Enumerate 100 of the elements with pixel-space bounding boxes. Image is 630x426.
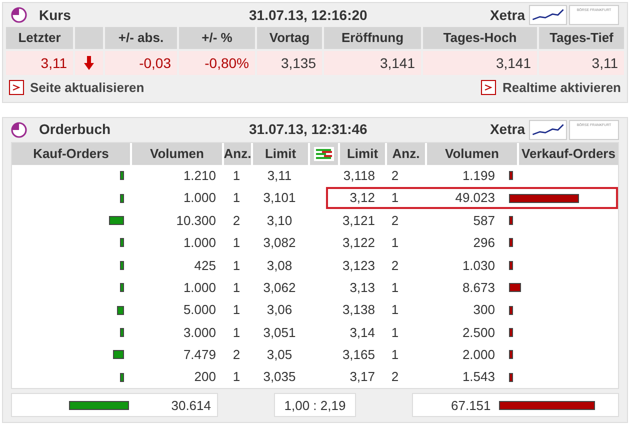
table-cell-text: 1: [232, 301, 242, 320]
table-cell-text: 1: [232, 234, 242, 252]
table-cell: -0,03: [105, 51, 177, 75]
table-cell-text: 1.030: [461, 256, 496, 275]
table-cell-text: 3,06: [266, 301, 294, 320]
orderbook-icon: [314, 146, 334, 160]
volume-bar: [509, 306, 513, 315]
table-cell-text: 1: [390, 189, 400, 208]
timestamp: 31.07.13, 12:16:20: [249, 6, 368, 24]
pie-chart-icon: [11, 7, 27, 23]
column-header: Anz.: [387, 142, 425, 164]
table-cell-text: 1: [232, 189, 242, 208]
volume-bar: [120, 260, 124, 270]
volume-bar: [112, 350, 124, 360]
table-cell-text: 2.000: [461, 346, 496, 364]
table-cell-text: 3,123: [341, 256, 375, 275]
chevron-icon: [9, 80, 24, 96]
table-cell-text: 3,101: [262, 189, 297, 208]
action-link[interactable]: Seite aktualisieren: [9, 78, 144, 98]
table-cell-text: 3,062: [262, 278, 297, 297]
table-cell-text: 1: [232, 166, 242, 185]
column-header: +/- %: [179, 27, 255, 49]
column-header: Limit: [253, 142, 308, 164]
table-cell: 3,141: [423, 51, 537, 75]
volume-bar: [509, 216, 513, 225]
panel-title: Orderbuch: [39, 120, 112, 139]
table-cell-text: 2: [390, 166, 400, 185]
column-header: Letzter: [6, 27, 73, 49]
column-header: Tages-Tief: [539, 27, 624, 49]
table-cell-text: 3,13: [348, 278, 375, 297]
action-link[interactable]: Realtime aktivieren: [481, 78, 621, 98]
timestamp: 31.07.13, 12:31:46: [249, 120, 368, 139]
chart-logo-icon: [529, 120, 567, 140]
table-cell-text: 1.210: [182, 166, 217, 185]
volume-bar: [509, 171, 513, 180]
volume-bar: [509, 372, 513, 382]
table-cell-text: 2: [390, 212, 400, 230]
table-cell-text: 296: [472, 234, 496, 252]
table-cell-text: 1: [390, 278, 400, 297]
exchange-name: Xetra: [490, 120, 525, 139]
panel-title: Kurs: [39, 6, 72, 24]
table-cell-text: 1.000: [182, 278, 217, 297]
column-header: Volumen: [427, 142, 517, 164]
table-cell-text: 3.000: [182, 324, 217, 342]
column-header: Eröffnung: [324, 27, 421, 49]
table-cell-text: 1: [390, 324, 400, 342]
volume-bar: [120, 194, 124, 203]
table-cell-text: 3,035: [262, 368, 297, 386]
volume-bar: [120, 283, 124, 292]
table-cell-text: 5.000: [182, 301, 217, 320]
table-cell-text: 3,118: [342, 166, 375, 185]
table-cell-text: 2: [232, 346, 242, 364]
column-header: [75, 27, 103, 49]
volume-bar: [120, 171, 124, 180]
buy-total: 30.614: [171, 396, 211, 415]
table-cell-text: 300: [472, 301, 496, 320]
column-header: +/- abs.: [105, 27, 177, 49]
volume-bar: [120, 238, 124, 248]
table-cell-text: 2.500: [461, 324, 496, 342]
table-cell: 3,141: [324, 51, 421, 75]
chart-logo-icon: [529, 5, 567, 25]
table-cell: 3,11: [539, 51, 624, 75]
table-cell: -0,80%: [179, 51, 255, 75]
column-header: Kauf-Orders: [12, 142, 130, 164]
exchange-name: Xetra: [490, 6, 525, 24]
table-cell-text: 3,121: [341, 212, 375, 230]
column-header: Anz.: [224, 142, 251, 164]
table-cell-text: 2: [390, 256, 400, 275]
table-cell-text: 1: [390, 234, 400, 252]
volume-bar: [69, 400, 130, 410]
table-cell-text: 3,12: [348, 189, 375, 208]
table-cell-text: 1.000: [182, 234, 217, 252]
table-cell-text: 3,165: [341, 346, 375, 364]
volume-bar: [509, 238, 513, 248]
table-cell-text: 1: [390, 301, 400, 320]
volume-bar: [509, 350, 513, 360]
table-cell-text: 1.000: [182, 189, 217, 208]
table-cell-text: 3,051: [262, 324, 297, 342]
table-cell-text: 3,082: [262, 234, 297, 252]
table-cell-text: 2: [390, 368, 400, 386]
table-cell-text: 1.543: [461, 368, 496, 386]
table-cell-text: 49.023: [454, 189, 496, 208]
table-cell-text: 1: [232, 256, 242, 274]
table-cell-text: 1: [390, 346, 400, 364]
table-cell-text: 3,05: [266, 346, 294, 364]
table-cell-text: 1: [232, 368, 242, 386]
table-cell-text: 3,17: [348, 368, 375, 386]
volume-bar: [116, 306, 124, 315]
table-cell-text: 3,122: [341, 234, 375, 252]
table-cell-text: 3,138: [341, 301, 375, 320]
table-cell-text: 587: [472, 212, 496, 230]
table-cell-text: 200: [193, 368, 217, 386]
table-cell-text: 10.300: [175, 212, 217, 230]
pie-chart-icon: [11, 122, 27, 138]
table-cell: 3,11: [6, 51, 73, 75]
volume-bar: [120, 372, 124, 382]
volume-bar: [509, 194, 580, 203]
volume-bar: [509, 283, 522, 292]
table-cell: 3,135: [257, 51, 322, 75]
table-cell-text: 3,11: [266, 166, 293, 185]
